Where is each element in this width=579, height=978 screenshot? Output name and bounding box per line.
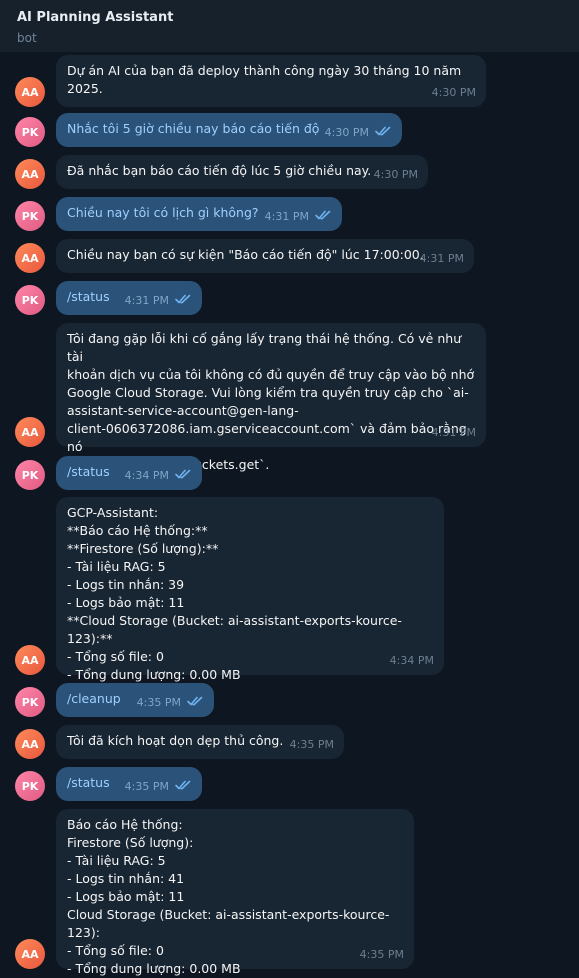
message-meta: 4:31 PM bbox=[265, 208, 332, 226]
incoming-message[interactable]: Dự án AI của bạn đã deploy thành công ng… bbox=[56, 55, 486, 107]
outgoing-message[interactable]: /status 4:34 PM bbox=[56, 456, 202, 490]
message-row: PK/status 4:35 PM bbox=[0, 767, 579, 801]
incoming-message[interactable]: Tôi đã kích hoạt dọn dẹp thủ công. 4:35 P… bbox=[56, 725, 344, 759]
message-time: 4:30 PM bbox=[431, 86, 476, 99]
double-check-icon bbox=[175, 467, 192, 485]
avatar[interactable]: AA bbox=[15, 417, 45, 447]
outgoing-message[interactable]: /status 4:31 PM bbox=[56, 281, 202, 315]
message-time: 4:35 PM bbox=[136, 696, 181, 709]
message-meta: 4:35 PM bbox=[137, 694, 204, 712]
outgoing-message[interactable]: Chiều nay tôi có lịch gì không? 4:31 PM bbox=[56, 197, 342, 231]
message-text: Tôi đang gặp lỗi khi cố gắng lấy trạng t… bbox=[67, 331, 475, 472]
message-meta: 4:30 PM bbox=[325, 124, 392, 142]
message-row: AA Tôi đang gặp lỗi khi cố gắng lấy trạng… bbox=[0, 323, 579, 472]
avatar[interactable]: PK bbox=[15, 460, 45, 490]
message-meta: 4:31 PM bbox=[420, 250, 464, 268]
incoming-message[interactable]: Đã nhắc bạn báo cáo tiến độ lúc 5 giờ ch… bbox=[56, 155, 428, 189]
message-text: Dự án AI của bạn đã deploy thành công ng… bbox=[67, 63, 462, 96]
avatar[interactable]: AA bbox=[15, 645, 45, 675]
message-time: 4:31 PM bbox=[264, 210, 309, 223]
message-meta: 4:35 PM bbox=[125, 778, 192, 796]
message-time: 4:30 PM bbox=[324, 126, 369, 139]
avatar[interactable]: PK bbox=[15, 771, 45, 801]
message-text: GCP-Assistant: **Báo cáo Hệ thống:** **F… bbox=[67, 505, 402, 682]
chat-header[interactable]: AI Planning Assistant bot bbox=[0, 0, 579, 52]
message-row: PK Nhắc tôi 5 giờ chiều nay báo cáo tiến … bbox=[0, 113, 579, 147]
avatar[interactable]: PK bbox=[15, 201, 45, 231]
avatar[interactable]: PK bbox=[15, 285, 45, 315]
message-time: 4:30 PM bbox=[373, 168, 418, 181]
outgoing-message[interactable]: Nhắc tôi 5 giờ chiều nay báo cáo tiến độ… bbox=[56, 113, 402, 147]
message-time: 4:31 PM bbox=[419, 252, 464, 265]
avatar[interactable]: AA bbox=[15, 77, 45, 107]
message-meta: 4:30 PM bbox=[432, 84, 476, 102]
message-row: PK/status 4:31 PM bbox=[0, 281, 579, 315]
message-row: AA Báo cáo Hệ thống: Firestore (Số lượng)… bbox=[0, 809, 579, 976]
avatar[interactable]: PK bbox=[15, 117, 45, 147]
message-row: AA Đã nhắc bạn báo cáo tiến độ lúc 5 giờ … bbox=[0, 155, 579, 189]
double-check-icon bbox=[175, 292, 192, 310]
double-check-icon bbox=[187, 694, 204, 712]
avatar[interactable]: PK bbox=[15, 687, 45, 717]
message-row: AA Dự án AI của bạn đã deploy thành công … bbox=[0, 55, 579, 107]
message-time: 4:35 PM bbox=[124, 780, 169, 793]
message-meta: 4:35 PM bbox=[360, 946, 404, 964]
avatar[interactable]: AA bbox=[15, 243, 45, 273]
message-row: PK Chiều nay tôi có lịch gì không? 4:31 PM bbox=[0, 197, 579, 231]
avatar[interactable]: AA bbox=[15, 159, 45, 189]
message-meta: 4:34 PM bbox=[125, 467, 192, 485]
chat-subtitle: bot bbox=[17, 31, 37, 45]
outgoing-message[interactable]: /cleanup 4:35 PM bbox=[56, 683, 214, 717]
double-check-icon bbox=[175, 778, 192, 796]
message-time: 4:35 PM bbox=[359, 948, 404, 961]
message-text: Báo cáo Hệ thống: Firestore (Số lượng): … bbox=[67, 817, 390, 976]
message-time: 4:31 PM bbox=[431, 426, 476, 439]
message-text: Đã nhắc bạn báo cáo tiến độ lúc 5 giờ ch… bbox=[67, 163, 372, 178]
avatar[interactable]: AA bbox=[15, 939, 45, 969]
double-check-icon bbox=[375, 124, 392, 142]
message-row: AA Tôi đã kích hoạt dọn dẹp thủ công. 4:35… bbox=[0, 725, 579, 759]
message-meta: 4:30 PM bbox=[374, 166, 418, 184]
message-meta: 4:35 PM bbox=[290, 736, 334, 754]
message-meta: 4:31 PM bbox=[432, 424, 476, 442]
message-row: PK/status 4:34 PM bbox=[0, 456, 579, 490]
message-row: PK/cleanup 4:35 PM bbox=[0, 683, 579, 717]
outgoing-message[interactable]: /status 4:35 PM bbox=[56, 767, 202, 801]
message-time: 4:31 PM bbox=[124, 294, 169, 307]
message-row: AA Chiều nay bạn có sự kiện "Báo cáo tiến… bbox=[0, 239, 579, 273]
message-text: Chiều nay bạn có sự kiện "Báo cáo tiến đ… bbox=[67, 247, 424, 262]
double-check-icon bbox=[315, 208, 332, 226]
message-time: 4:34 PM bbox=[124, 469, 169, 482]
avatar[interactable]: AA bbox=[15, 729, 45, 759]
incoming-message[interactable]: Báo cáo Hệ thống: Firestore (Số lượng): … bbox=[56, 809, 414, 976]
message-meta: 4:34 PM bbox=[390, 652, 434, 670]
message-meta: 4:31 PM bbox=[125, 292, 192, 310]
message-row: AA GCP-Assistant: **Báo cáo Hệ thống:** *… bbox=[0, 497, 579, 682]
incoming-message[interactable]: Chiều nay bạn có sự kiện "Báo cáo tiến đ… bbox=[56, 239, 474, 273]
incoming-message[interactable]: GCP-Assistant: **Báo cáo Hệ thống:** **F… bbox=[56, 497, 444, 682]
chat-title: AI Planning Assistant bbox=[17, 10, 174, 25]
message-time: 4:35 PM bbox=[289, 738, 334, 751]
incoming-message[interactable]: Tôi đang gặp lỗi khi cố gắng lấy trạng t… bbox=[56, 323, 486, 472]
message-time: 4:34 PM bbox=[389, 654, 434, 667]
